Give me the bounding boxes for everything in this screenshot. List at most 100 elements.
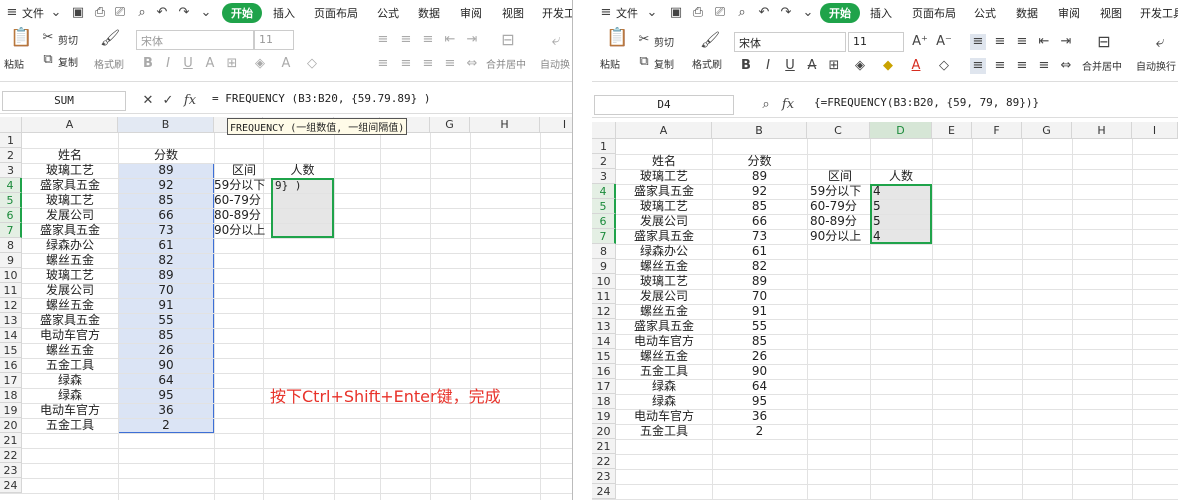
name-cell[interactable]: 玻璃工艺 [22, 268, 118, 283]
name-cell[interactable]: 发展公司 [616, 214, 712, 229]
score-cell[interactable]: 82 [712, 259, 807, 274]
fill-color-icon[interactable]: ◆ [880, 58, 896, 74]
tab-home[interactable]: 开始 [222, 3, 262, 23]
align-left-icon[interactable]: ≡ [970, 58, 986, 74]
score-cell[interactable]: 73 [118, 223, 214, 238]
score-cell[interactable]: 92 [118, 178, 214, 193]
score-cell[interactable]: 2 [712, 424, 807, 439]
row-header-6[interactable]: 6 [0, 208, 22, 223]
undo-icon[interactable]: ↶ [756, 5, 772, 21]
score-cell[interactable]: 66 [712, 214, 807, 229]
name-cell[interactable]: 玻璃工艺 [22, 193, 118, 208]
column-header-b[interactable]: B [712, 122, 807, 139]
row-header-12[interactable]: 12 [592, 304, 616, 319]
score-cell[interactable]: 66 [118, 208, 214, 223]
wrap-text-button[interactable]: 自动换行 [1136, 58, 1176, 73]
font-name-select[interactable]: 宋体 [136, 30, 254, 50]
outdent-icon[interactable]: ⇥ [464, 32, 480, 48]
tab-developer[interactable]: 开发工具 [1140, 5, 1178, 21]
row-header-13[interactable]: 13 [0, 313, 22, 328]
score-cell[interactable]: 85 [118, 328, 214, 343]
paste-button[interactable]: 粘贴 [600, 56, 620, 71]
export-icon[interactable]: ⎙ [690, 5, 706, 21]
copy-icon[interactable]: ⧉ [40, 52, 56, 68]
name-cell[interactable]: 五金工具 [22, 358, 118, 373]
font-color-icon[interactable]: A [278, 56, 294, 72]
name-cell[interactable]: 绿森办公 [616, 244, 712, 259]
fill-pattern-icon[interactable]: ◈ [852, 58, 868, 74]
row-header-1[interactable]: 1 [0, 133, 22, 148]
row-header-5[interactable]: 5 [0, 193, 22, 208]
name-cell[interactable]: 电动车官方 [22, 328, 118, 343]
name-cell[interactable]: 五金工具 [22, 418, 118, 433]
score-cell[interactable]: 92 [712, 184, 807, 199]
worksheet-grid[interactable]: ABCDEFGHI1234567891011121314151617181920… [592, 122, 1178, 500]
row-header-22[interactable]: 22 [592, 454, 616, 469]
row-header-13[interactable]: 13 [592, 319, 616, 334]
row-header-14[interactable]: 14 [592, 334, 616, 349]
align-bottom-icon[interactable]: ≡ [1014, 34, 1030, 50]
font-size-select[interactable]: 11 [254, 30, 294, 50]
tab-data[interactable]: 数据 [1016, 5, 1038, 21]
column-header-e[interactable]: E [932, 122, 972, 139]
row-header-4[interactable]: 4 [592, 184, 616, 199]
tab-insert[interactable]: 插入 [870, 5, 892, 21]
row-header-19[interactable]: 19 [0, 403, 22, 418]
print-icon[interactable]: ⎚ [112, 5, 128, 21]
row-header-15[interactable]: 15 [0, 343, 22, 358]
chevron-down-icon[interactable]: ⌄ [800, 5, 816, 21]
wrap-icon[interactable]: ⤶ [1152, 34, 1168, 50]
name-cell[interactable]: 发展公司 [22, 283, 118, 298]
score-cell[interactable]: 36 [712, 409, 807, 424]
row-header-6[interactable]: 6 [592, 214, 616, 229]
menu-file[interactable]: 文件 [616, 5, 638, 21]
row-header-8[interactable]: 8 [592, 244, 616, 259]
indent-icon[interactable]: ⇤ [442, 32, 458, 48]
row-header-18[interactable]: 18 [592, 394, 616, 409]
name-cell[interactable]: 螺丝五金 [22, 253, 118, 268]
name-cell[interactable]: 螺丝五金 [616, 259, 712, 274]
merge-icon[interactable]: ⊟ [500, 32, 516, 48]
function-icon[interactable]: fx [182, 93, 198, 109]
interval-cell[interactable]: 90分以上 [810, 229, 870, 244]
name-cell[interactable]: 绿森 [616, 379, 712, 394]
row-header-1[interactable]: 1 [592, 139, 616, 154]
eraser-icon[interactable]: ◇ [936, 58, 952, 74]
score-cell[interactable]: 70 [118, 283, 214, 298]
bold-icon[interactable]: B [738, 58, 754, 74]
align-middle-icon[interactable]: ≡ [398, 32, 414, 48]
name-box[interactable]: D4 [594, 95, 734, 115]
copy-button[interactable]: 复制 [58, 54, 78, 69]
score-cell[interactable]: 89 [712, 169, 807, 184]
row-header-24[interactable]: 24 [592, 484, 616, 499]
bold-icon[interactable]: B [140, 56, 156, 72]
row-header-10[interactable]: 10 [592, 274, 616, 289]
column-header-a[interactable]: A [616, 122, 712, 139]
row-header-11[interactable]: 11 [592, 289, 616, 304]
row-header-10[interactable]: 10 [0, 268, 22, 283]
name-box[interactable]: SUM [2, 91, 126, 111]
column-header-i[interactable]: I [1132, 122, 1178, 139]
score-cell[interactable]: 89 [118, 163, 214, 178]
border-icon[interactable]: ⊞ [826, 58, 842, 74]
row-header-21[interactable]: 21 [592, 439, 616, 454]
score-cell[interactable]: 55 [712, 319, 807, 334]
underline-icon[interactable]: U [180, 56, 196, 72]
tab-review[interactable]: 审阅 [460, 5, 482, 21]
merge-center-button[interactable]: 合并居中 [486, 56, 526, 71]
name-cell[interactable]: 绿森 [22, 373, 118, 388]
column-header-c[interactable]: C [807, 122, 870, 139]
confirm-icon[interactable]: ✓ [160, 93, 176, 109]
score-cell[interactable]: 85 [712, 334, 807, 349]
score-cell[interactable]: 89 [118, 268, 214, 283]
menu-file[interactable]: 文件 [22, 5, 44, 21]
select-all-corner[interactable] [592, 122, 616, 139]
interval-cell[interactable]: 90分以上 [214, 223, 274, 238]
tab-developer[interactable]: 开发工 [542, 5, 572, 21]
column-header-h[interactable]: H [1072, 122, 1132, 139]
font-color-icon[interactable]: A [908, 58, 924, 74]
row-header-23[interactable]: 23 [592, 469, 616, 484]
name-cell[interactable]: 电动车官方 [22, 403, 118, 418]
hamburger-icon[interactable]: ≡ [598, 5, 614, 21]
interval-cell[interactable]: 59分以下 [214, 178, 274, 193]
